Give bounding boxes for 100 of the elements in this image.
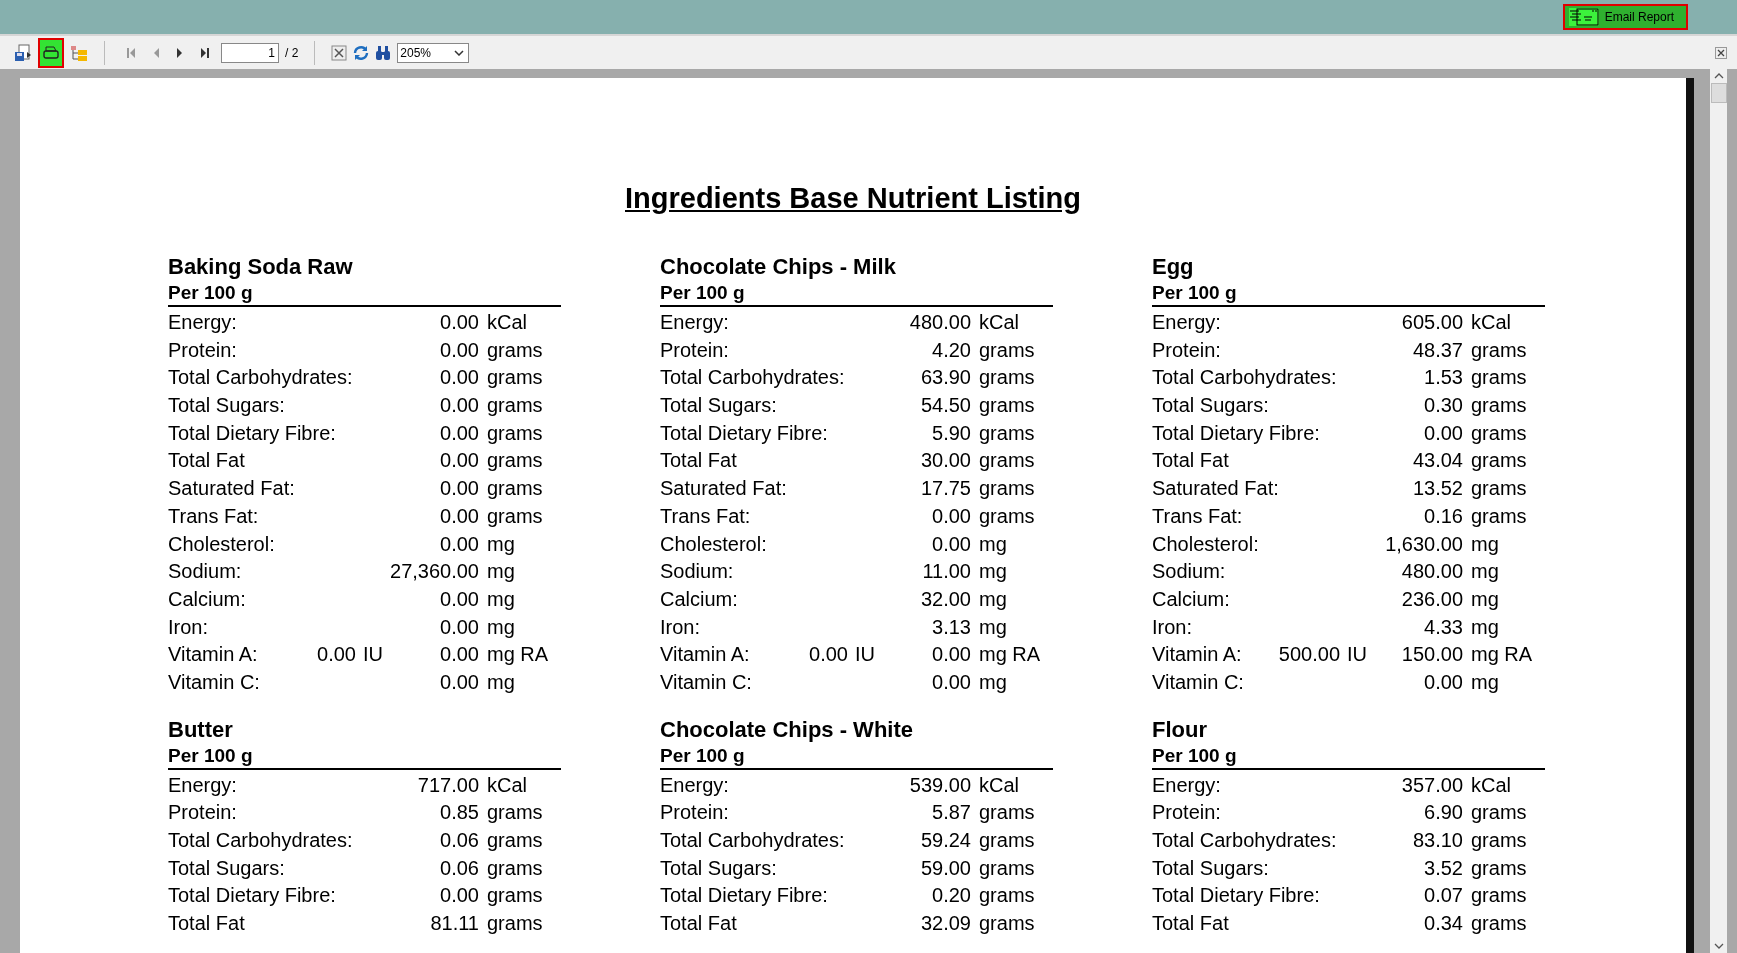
scroll-thumb[interactable] [1710, 83, 1727, 103]
nutrient-unit: grams [979, 855, 1035, 881]
nutrient-value: 0.20 [932, 883, 971, 909]
nutrient-value: 0.00 [809, 642, 848, 668]
per-amount: Per 100 g [660, 743, 1053, 770]
per-amount: Per 100 g [660, 281, 1053, 307]
nutrient-label: Saturated Fat: [1152, 476, 1279, 502]
nutrient-unit: grams [979, 420, 1035, 446]
email-report-button[interactable]: Email Report [1562, 4, 1688, 30]
nutrient-label: Total Carbohydrates: [168, 828, 353, 853]
nutrient-unit: grams [487, 800, 543, 826]
nutrient-unit: grams [487, 883, 543, 909]
nutrient-value: 0.00 [1424, 420, 1463, 446]
nutrient-label: Protein: [168, 800, 237, 826]
next-page-icon[interactable] [176, 46, 184, 59]
nutrient-label: Total Sugars: [660, 393, 777, 419]
nutrient-value: 0.00 [440, 531, 479, 557]
nutrient-unit: grams [487, 393, 543, 419]
page-total: / 2 [285, 45, 299, 60]
last-page-icon[interactable] [200, 46, 210, 59]
nutrient-unit: grams [979, 393, 1035, 419]
nutrient-unit: kCal [487, 772, 527, 798]
nutrient-label: Iron: [1152, 614, 1193, 640]
nutrient-unit: grams [487, 476, 543, 502]
nutrient-value: 480.00 [1401, 559, 1463, 585]
nutrient-label: Total Carbohydrates: [1152, 828, 1337, 853]
export-icon[interactable] [14, 43, 32, 62]
scroll-up-icon[interactable] [1713, 73, 1724, 79]
refresh-icon[interactable] [353, 44, 370, 61]
nutrient-value: 0.00 [440, 365, 479, 391]
scroll-down-icon[interactable] [1713, 943, 1724, 949]
nutrient-value: 0.00 [932, 642, 971, 668]
nutrient-value: 1,630.00 [1385, 531, 1463, 557]
nutrient-value: 4.33 [1424, 614, 1463, 640]
vertical-scrollbar[interactable] [1710, 69, 1727, 953]
nutrient-label: Total Carbohydrates: [660, 365, 845, 391]
nutrient-value: 30.00 [920, 448, 971, 474]
nutrient-label: Energy: [660, 310, 729, 335]
nutrient-label: Protein: [1152, 337, 1221, 363]
nutrient-value: 0.85 [440, 800, 479, 826]
nutrient-value: 480.00 [909, 310, 971, 335]
nutrient-value: 0.34 [1424, 911, 1463, 937]
nutrient-unit: grams [1471, 448, 1527, 474]
nutrient-value: 150.00 [1401, 642, 1463, 668]
per-amount: Per 100 g [168, 281, 561, 307]
nutrient-label: Total Dietary Fibre: [1152, 420, 1320, 446]
nutrient-value: 0.06 [440, 828, 479, 853]
nutrient-label: Total Fat [660, 448, 737, 474]
nutrient-unit: mg [979, 669, 1007, 695]
nutrient-label: Calcium: [660, 586, 738, 612]
zoom-dropdown[interactable]: 205% [397, 42, 470, 63]
nutrient-value: 48.37 [1412, 337, 1463, 363]
nutrient-value: 63.90 [920, 365, 971, 391]
nutrient-label: Vitamin C: [168, 669, 260, 695]
nutrient-label: Protein: [660, 337, 729, 363]
nutrient-value: 4.20 [932, 337, 971, 363]
nutrient-value: 605.00 [1401, 310, 1463, 335]
nutrient-unit: grams [487, 448, 543, 474]
page-number-field[interactable]: 1 [221, 42, 279, 63]
nutrient-unit: grams [1471, 800, 1527, 826]
envelope-icon [1568, 8, 1599, 26]
per-amount: Per 100 g [1152, 281, 1545, 307]
nutrient-unit: mg [979, 614, 1007, 640]
nutrient-label: Total Dietary Fibre: [660, 420, 828, 446]
nutrient-unit: mg [487, 669, 515, 695]
binoculars-icon[interactable] [375, 44, 392, 61]
nutrient-label: Iron: [660, 614, 701, 640]
nutrient-unit: grams [979, 800, 1035, 826]
nutrient-label: Total Carbohydrates: [1152, 365, 1337, 391]
nutrient-label: Energy: [168, 310, 237, 335]
nutrient-unit: grams [979, 337, 1035, 363]
nutrient-label: Iron: [168, 614, 209, 640]
nutrient-unit: grams [487, 828, 543, 853]
nutrient-unit: grams [979, 911, 1035, 937]
nutrient-label: Protein: [660, 800, 729, 826]
ingredient-name: Flour [1152, 715, 1208, 744]
nutrient-label: Total Carbohydrates: [660, 828, 845, 853]
nutrient-value: 0.00 [317, 642, 356, 668]
nutrient-label: Protein: [1152, 800, 1221, 826]
nutrient-unit: mg [487, 559, 515, 585]
nutrient-value: 0.16 [1424, 503, 1463, 529]
nutrient-unit: grams [1471, 911, 1527, 937]
nutrient-unit: grams [1471, 393, 1527, 419]
nutrient-unit: grams [1471, 365, 1527, 391]
nutrient-value: 0.00 [440, 883, 479, 909]
nutrient-unit: kCal [979, 310, 1019, 335]
nutrient-value: 0.00 [932, 531, 971, 557]
print-button[interactable] [38, 37, 64, 68]
nutrient-unit: kCal [487, 310, 527, 335]
nutrient-value: 717.00 [417, 772, 479, 798]
nutrient-unit: grams [487, 855, 543, 881]
nutrient-value: 0.00 [440, 669, 479, 695]
close-report-icon[interactable] [331, 44, 348, 61]
nutrient-unit: mg RA [487, 642, 549, 668]
nutrient-label: Trans Fat: [168, 503, 259, 529]
nutrient-label: Sodium: [660, 559, 734, 585]
nutrient-label: Saturated Fat: [660, 476, 787, 502]
close-icon[interactable] [1715, 46, 1727, 59]
nutrient-unit: IU [363, 642, 383, 668]
nutrient-value: 81.11 [430, 911, 479, 937]
